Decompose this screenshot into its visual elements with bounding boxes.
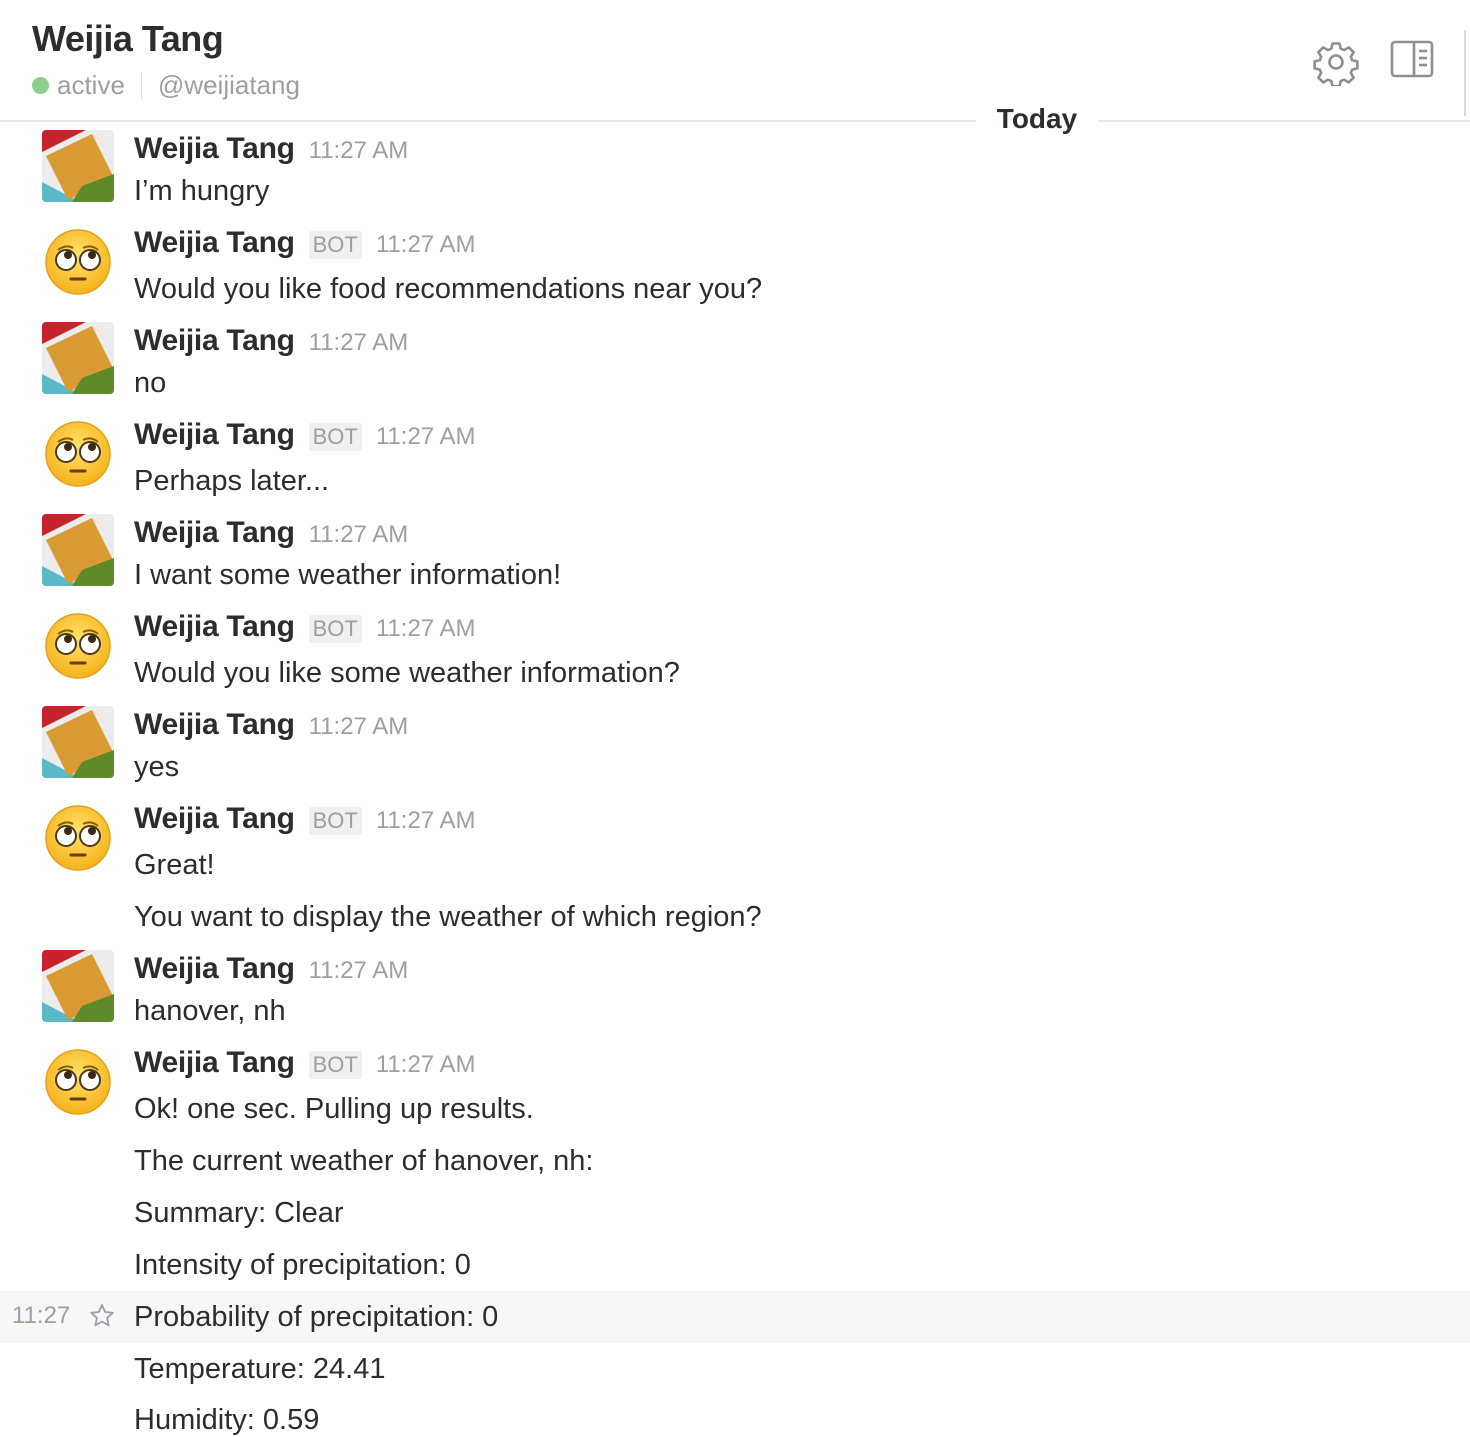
message-text: Ok! one sec. Pulling up results.: [134, 1093, 534, 1125]
sender-name[interactable]: Weijia Tang: [134, 610, 295, 644]
message-text: You want to display the weather of which…: [134, 901, 762, 933]
bot-avatar-emoji-icon[interactable]: [44, 612, 112, 680]
message-text: hanover, nh: [134, 995, 286, 1027]
message-meta: Weijia Tang 11:27 AM: [134, 952, 408, 986]
bot-badge: BOT: [308, 231, 362, 259]
sender-name[interactable]: Weijia Tang: [134, 132, 295, 166]
sender-name[interactable]: Weijia Tang: [134, 802, 295, 836]
channel-header: Weijia Tang active @weijiatang: [0, 0, 1470, 120]
message-timestamp[interactable]: 11:27 AM: [309, 521, 409, 549]
hover-timestamp[interactable]: 11:27: [12, 1302, 70, 1330]
sender-name[interactable]: Weijia Tang: [134, 324, 295, 358]
avatar[interactable]: [42, 514, 114, 586]
message-timestamp[interactable]: 11:27 AM: [376, 615, 476, 643]
star-icon[interactable]: [88, 1302, 116, 1330]
presence-line: active @weijiatang: [32, 70, 300, 101]
page-title: Weijia Tang: [32, 18, 224, 59]
bot-avatar-emoji-icon[interactable]: [44, 804, 112, 872]
message-text: Probability of precipitation: 0: [134, 1301, 499, 1333]
header-separator: [140, 71, 142, 100]
message-timestamp[interactable]: 11:27 AM: [376, 807, 476, 835]
message-text: yes: [134, 751, 180, 783]
gear-icon[interactable]: [1312, 38, 1360, 86]
message-text: Great!: [134, 849, 215, 881]
day-divider: [0, 120, 1470, 122]
bot-avatar-emoji-icon[interactable]: [44, 1048, 112, 1116]
message-timestamp[interactable]: 11:27 AM: [376, 423, 476, 451]
message-text: Humidity: 0.59: [134, 1404, 320, 1436]
sender-name[interactable]: Weijia Tang: [134, 1046, 295, 1080]
bot-badge: BOT: [308, 807, 362, 835]
window-edge: [1464, 30, 1466, 116]
message-timestamp[interactable]: 11:27 AM: [309, 329, 409, 357]
message-text: no: [134, 367, 167, 399]
user-handle[interactable]: @weijiatang: [158, 70, 300, 101]
message-timestamp[interactable]: 11:27 AM: [376, 231, 476, 259]
bot-avatar-emoji-icon[interactable]: [44, 228, 112, 296]
message-timestamp[interactable]: 11:27 AM: [376, 1051, 476, 1079]
avatar[interactable]: [42, 706, 114, 778]
sender-name[interactable]: Weijia Tang: [134, 226, 295, 260]
message-meta: Weijia Tang 11:27 AM: [134, 708, 408, 742]
active-status-dot: [32, 77, 49, 94]
message-text: Intensity of precipitation: 0: [134, 1249, 471, 1281]
avatar[interactable]: [42, 130, 114, 202]
message-meta: Weijia Tang 11:27 AM: [134, 132, 408, 166]
bot-badge: BOT: [308, 423, 362, 451]
sender-name[interactable]: Weijia Tang: [134, 418, 295, 452]
bot-avatar-emoji-icon[interactable]: [44, 420, 112, 488]
sender-name[interactable]: Weijia Tang: [134, 708, 295, 742]
sender-name[interactable]: Weijia Tang: [134, 516, 295, 550]
message-text: I want some weather information!: [134, 559, 562, 591]
message-text: Would you like some weather information?: [134, 657, 680, 689]
message-meta: Weijia Tang BOT 11:27 AM: [134, 226, 475, 260]
message-meta: Weijia Tang 11:27 AM: [134, 324, 408, 358]
message-text: Summary: Clear: [134, 1197, 344, 1229]
sender-name[interactable]: Weijia Tang: [134, 952, 295, 986]
status-text: active: [57, 70, 125, 100]
message-meta: Weijia Tang BOT 11:27 AM: [134, 802, 475, 836]
message-text: Would you like food recommendations near…: [134, 273, 763, 305]
message-timestamp[interactable]: 11:27 AM: [309, 713, 409, 741]
bot-badge: BOT: [308, 615, 362, 643]
message-text: Temperature: 24.41: [134, 1353, 386, 1385]
message-meta: Weijia Tang 11:27 AM: [134, 516, 408, 550]
message-meta: Weijia Tang BOT 11:27 AM: [134, 1046, 475, 1080]
message-meta: Weijia Tang BOT 11:27 AM: [134, 418, 475, 452]
bot-badge: BOT: [308, 1051, 362, 1079]
panel-icon[interactable]: [1390, 40, 1434, 78]
message-text: I’m hungry: [134, 175, 270, 207]
message-timestamp[interactable]: 11:27 AM: [309, 137, 409, 165]
message-text: Perhaps later...: [134, 465, 330, 497]
avatar[interactable]: [42, 950, 114, 1022]
message-text: The current weather of hanover, nh:: [134, 1145, 594, 1177]
message-timestamp[interactable]: 11:27 AM: [309, 957, 409, 985]
message-meta: Weijia Tang BOT 11:27 AM: [134, 610, 475, 644]
day-divider-label: Today: [976, 97, 1098, 141]
avatar[interactable]: [42, 322, 114, 394]
